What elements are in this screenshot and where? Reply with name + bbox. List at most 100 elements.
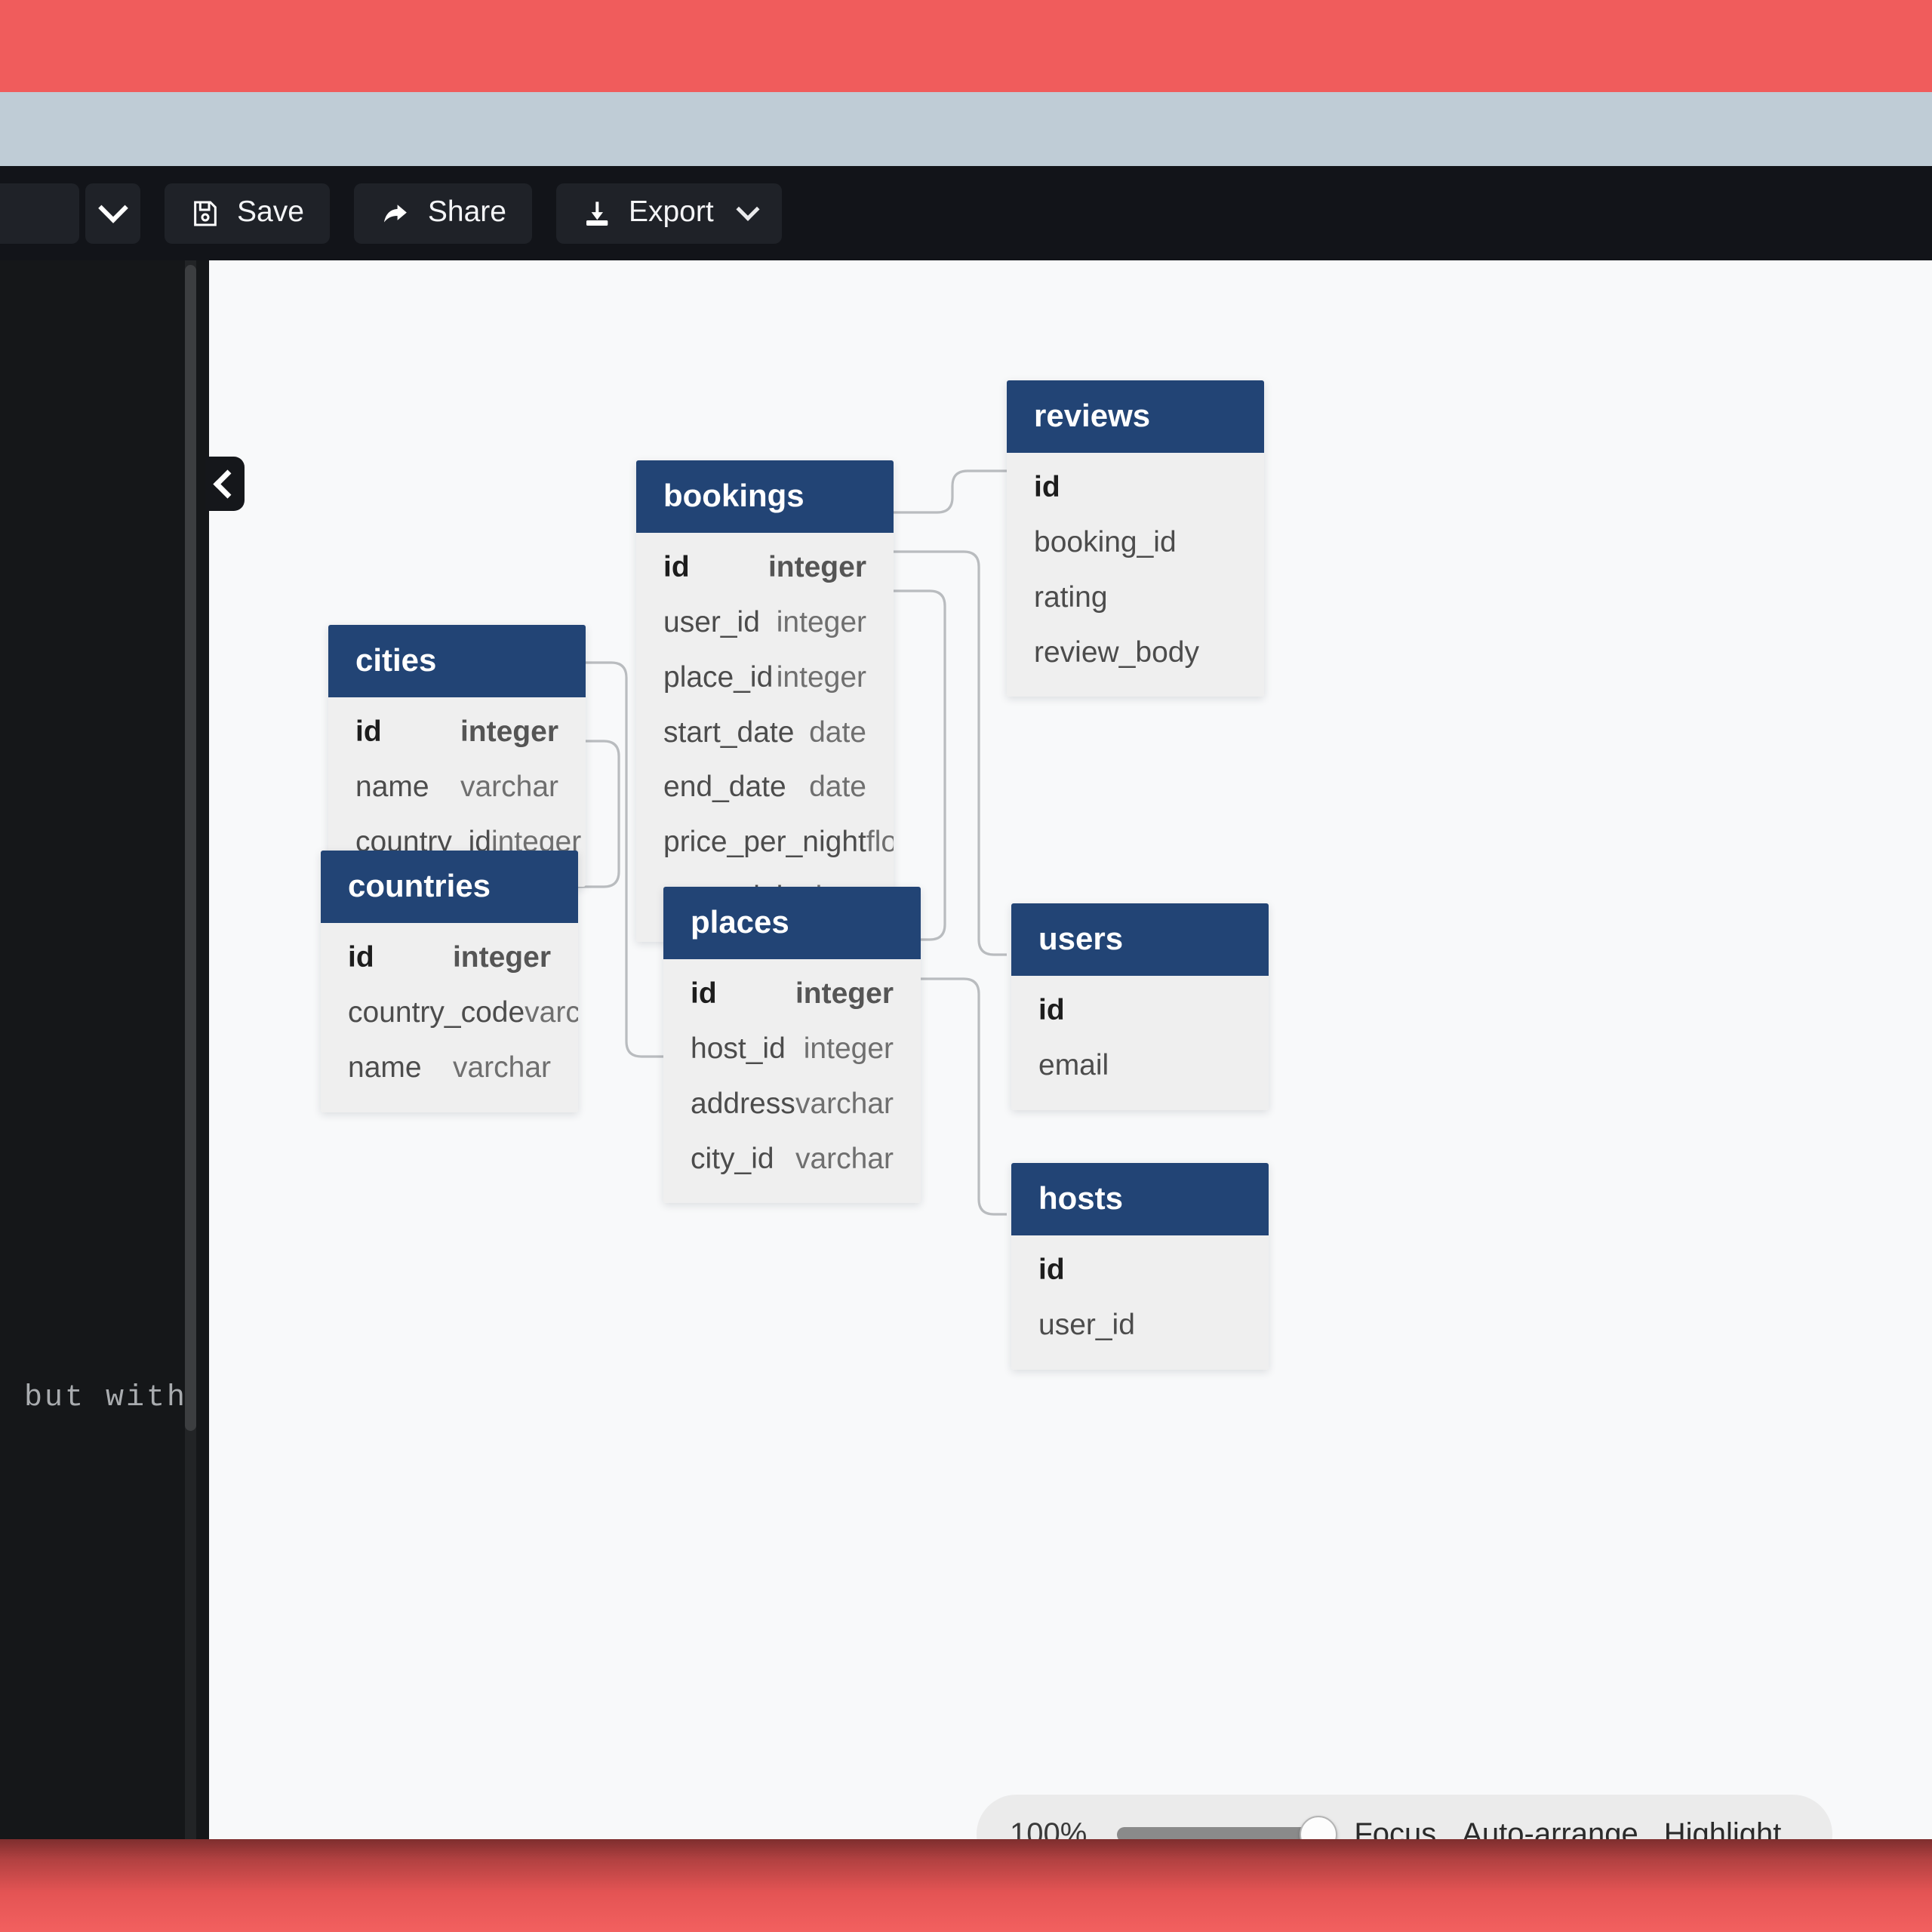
er-table-fields: id user_id bbox=[1011, 1235, 1269, 1370]
er-field-type: varchar bbox=[795, 1087, 894, 1120]
save-disk-icon bbox=[190, 198, 220, 229]
er-field-name: name bbox=[355, 770, 429, 803]
er-table-fields: id booking_idrating review_body bbox=[1007, 453, 1264, 697]
er-field-row[interactable]: email bbox=[1011, 1038, 1269, 1094]
er-field-row[interactable]: id bbox=[1011, 983, 1269, 1038]
sidebar-collapse-button[interactable] bbox=[205, 457, 245, 511]
bottom-red-banner bbox=[0, 1839, 1932, 1932]
chevron-down-icon bbox=[736, 197, 760, 221]
er-field-row[interactable]: user_id integer bbox=[636, 595, 894, 651]
er-field-row[interactable]: host_id integer bbox=[663, 1022, 921, 1077]
er-table-title: places bbox=[663, 887, 921, 959]
er-field-row[interactable]: id integer bbox=[321, 931, 578, 986]
app-window: Save Share Export , but with ac bbox=[0, 166, 1932, 1839]
er-table-title: countries bbox=[321, 851, 578, 923]
save-button[interactable]: Save bbox=[165, 183, 330, 244]
er-field-name: price_per_night bbox=[663, 826, 866, 859]
er-table-reviews[interactable]: reviews id booking_idrating review_body bbox=[1007, 380, 1264, 697]
er-field-name: start_date bbox=[663, 715, 795, 749]
diagram-name-input[interactable] bbox=[0, 183, 79, 244]
er-field-row[interactable]: id integer bbox=[328, 705, 586, 760]
er-field-row[interactable]: user_id bbox=[1011, 1298, 1269, 1353]
er-table-title: hosts bbox=[1011, 1163, 1269, 1235]
er-field-name: country_code bbox=[348, 995, 525, 1029]
er-field-row[interactable]: rating bbox=[1007, 571, 1264, 626]
code-text-fragment: , but with ac bbox=[0, 1381, 209, 1415]
er-field-name: end_date bbox=[663, 771, 786, 804]
er-field-type: integer bbox=[452, 941, 551, 974]
er-field-row[interactable]: start_date date bbox=[636, 706, 894, 761]
er-field-name: id bbox=[691, 977, 717, 1010]
er-field-row[interactable]: id bbox=[1011, 1243, 1269, 1298]
er-table-hosts[interactable]: hosts id user_id bbox=[1011, 1163, 1269, 1370]
zoom-level-label: 100% bbox=[1010, 1817, 1088, 1839]
er-field-type: varchar bbox=[525, 995, 578, 1029]
focus-button[interactable]: Focus bbox=[1354, 1817, 1436, 1839]
er-field-row[interactable]: address varchar bbox=[663, 1077, 921, 1132]
er-field-type: integer bbox=[460, 715, 558, 748]
zoom-slider-thumb[interactable] bbox=[1300, 1815, 1338, 1839]
er-field-name: booking_id bbox=[1034, 525, 1177, 558]
er-table-title: bookings bbox=[636, 460, 894, 533]
er-field-name: city_id bbox=[691, 1142, 774, 1175]
download-icon bbox=[582, 198, 612, 229]
er-table-title: reviews bbox=[1007, 380, 1264, 453]
er-field-name: id bbox=[348, 941, 374, 974]
er-field-name: user_id bbox=[663, 605, 760, 638]
diagram-name-dropdown-button[interactable] bbox=[85, 183, 140, 244]
er-field-name: id bbox=[1038, 994, 1065, 1026]
er-field-row[interactable]: review_body bbox=[1007, 626, 1264, 681]
er-field-name: user_id bbox=[1038, 1308, 1135, 1341]
er-field-type: varchar bbox=[460, 770, 558, 803]
er-field-name: host_id bbox=[691, 1032, 786, 1065]
er-field-name: id bbox=[1038, 1254, 1065, 1286]
er-field-name: address bbox=[691, 1087, 795, 1120]
chevron-left-icon bbox=[212, 469, 242, 499]
save-button-label: Save bbox=[237, 195, 304, 228]
zoom-slider[interactable] bbox=[1117, 1815, 1338, 1839]
zoom-slider-track[interactable] bbox=[1117, 1826, 1321, 1839]
er-table-cities[interactable]: cities id integer name varchar country_id inte… bbox=[328, 625, 586, 887]
er-field-row[interactable]: id integer bbox=[636, 540, 894, 595]
share-button[interactable]: Share bbox=[353, 183, 532, 244]
diagram-canvas[interactable]: cities id integer name varchar country_id inte… bbox=[209, 260, 1932, 1839]
share-button-label: Share bbox=[427, 195, 506, 228]
er-field-type: varchar bbox=[795, 1142, 894, 1175]
er-field-row[interactable]: country_codevarchar bbox=[321, 986, 578, 1041]
er-field-name: id bbox=[1034, 471, 1060, 503]
er-field-type: integer bbox=[776, 605, 866, 638]
highlight-button[interactable]: Highlight bbox=[1664, 1817, 1782, 1839]
er-field-type: varchar bbox=[452, 1051, 551, 1084]
er-field-type: integer bbox=[776, 660, 866, 694]
er-field-row[interactable]: id integer bbox=[663, 967, 921, 1022]
er-field-row[interactable]: price_per_nightfloat bbox=[636, 815, 894, 870]
er-field-name: id bbox=[663, 551, 690, 583]
er-field-type: float bbox=[866, 826, 894, 859]
er-field-row[interactable]: id bbox=[1007, 460, 1264, 515]
er-field-row[interactable]: place_id integer bbox=[636, 651, 894, 706]
er-field-row[interactable]: name varchar bbox=[328, 760, 586, 815]
export-button[interactable]: Export bbox=[555, 183, 782, 244]
er-table-bookings[interactable]: bookings id integer user_id integer place_id i… bbox=[636, 460, 894, 942]
share-arrow-icon bbox=[380, 198, 411, 229]
er-field-row[interactable]: booking_id bbox=[1007, 515, 1264, 571]
er-table-fields: id integer user_id integer place_id integer st… bbox=[636, 533, 894, 942]
er-field-row[interactable]: end_date date bbox=[636, 760, 894, 815]
er-field-name: id bbox=[355, 715, 382, 748]
er-table-places[interactable]: places id integer host_id integer address varc… bbox=[663, 887, 921, 1204]
er-table-fields: idintegercountry_codevarcharnamevarchar bbox=[321, 923, 578, 1112]
er-table-users[interactable]: users id email bbox=[1011, 903, 1269, 1110]
toolbar: Save Share Export bbox=[0, 166, 1932, 260]
top-grey-banner bbox=[0, 92, 1932, 166]
auto-arrange-button[interactable]: Auto-arrange bbox=[1462, 1817, 1638, 1839]
chevron-down-icon bbox=[97, 192, 128, 223]
er-table-fields: id email bbox=[1011, 976, 1269, 1110]
er-field-type: date bbox=[809, 771, 866, 804]
er-field-row[interactable]: name varchar bbox=[321, 1041, 578, 1096]
er-field-type: integer bbox=[795, 977, 894, 1010]
export-button-label: Export bbox=[628, 195, 714, 228]
er-field-type: integer bbox=[768, 551, 866, 583]
er-table-countries[interactable]: countriesidintegercountry_codevarcharnam… bbox=[321, 851, 578, 1112]
sidebar-scrollbar-thumb[interactable] bbox=[185, 265, 196, 1431]
er-field-row[interactable]: city_id varchar bbox=[663, 1132, 921, 1187]
